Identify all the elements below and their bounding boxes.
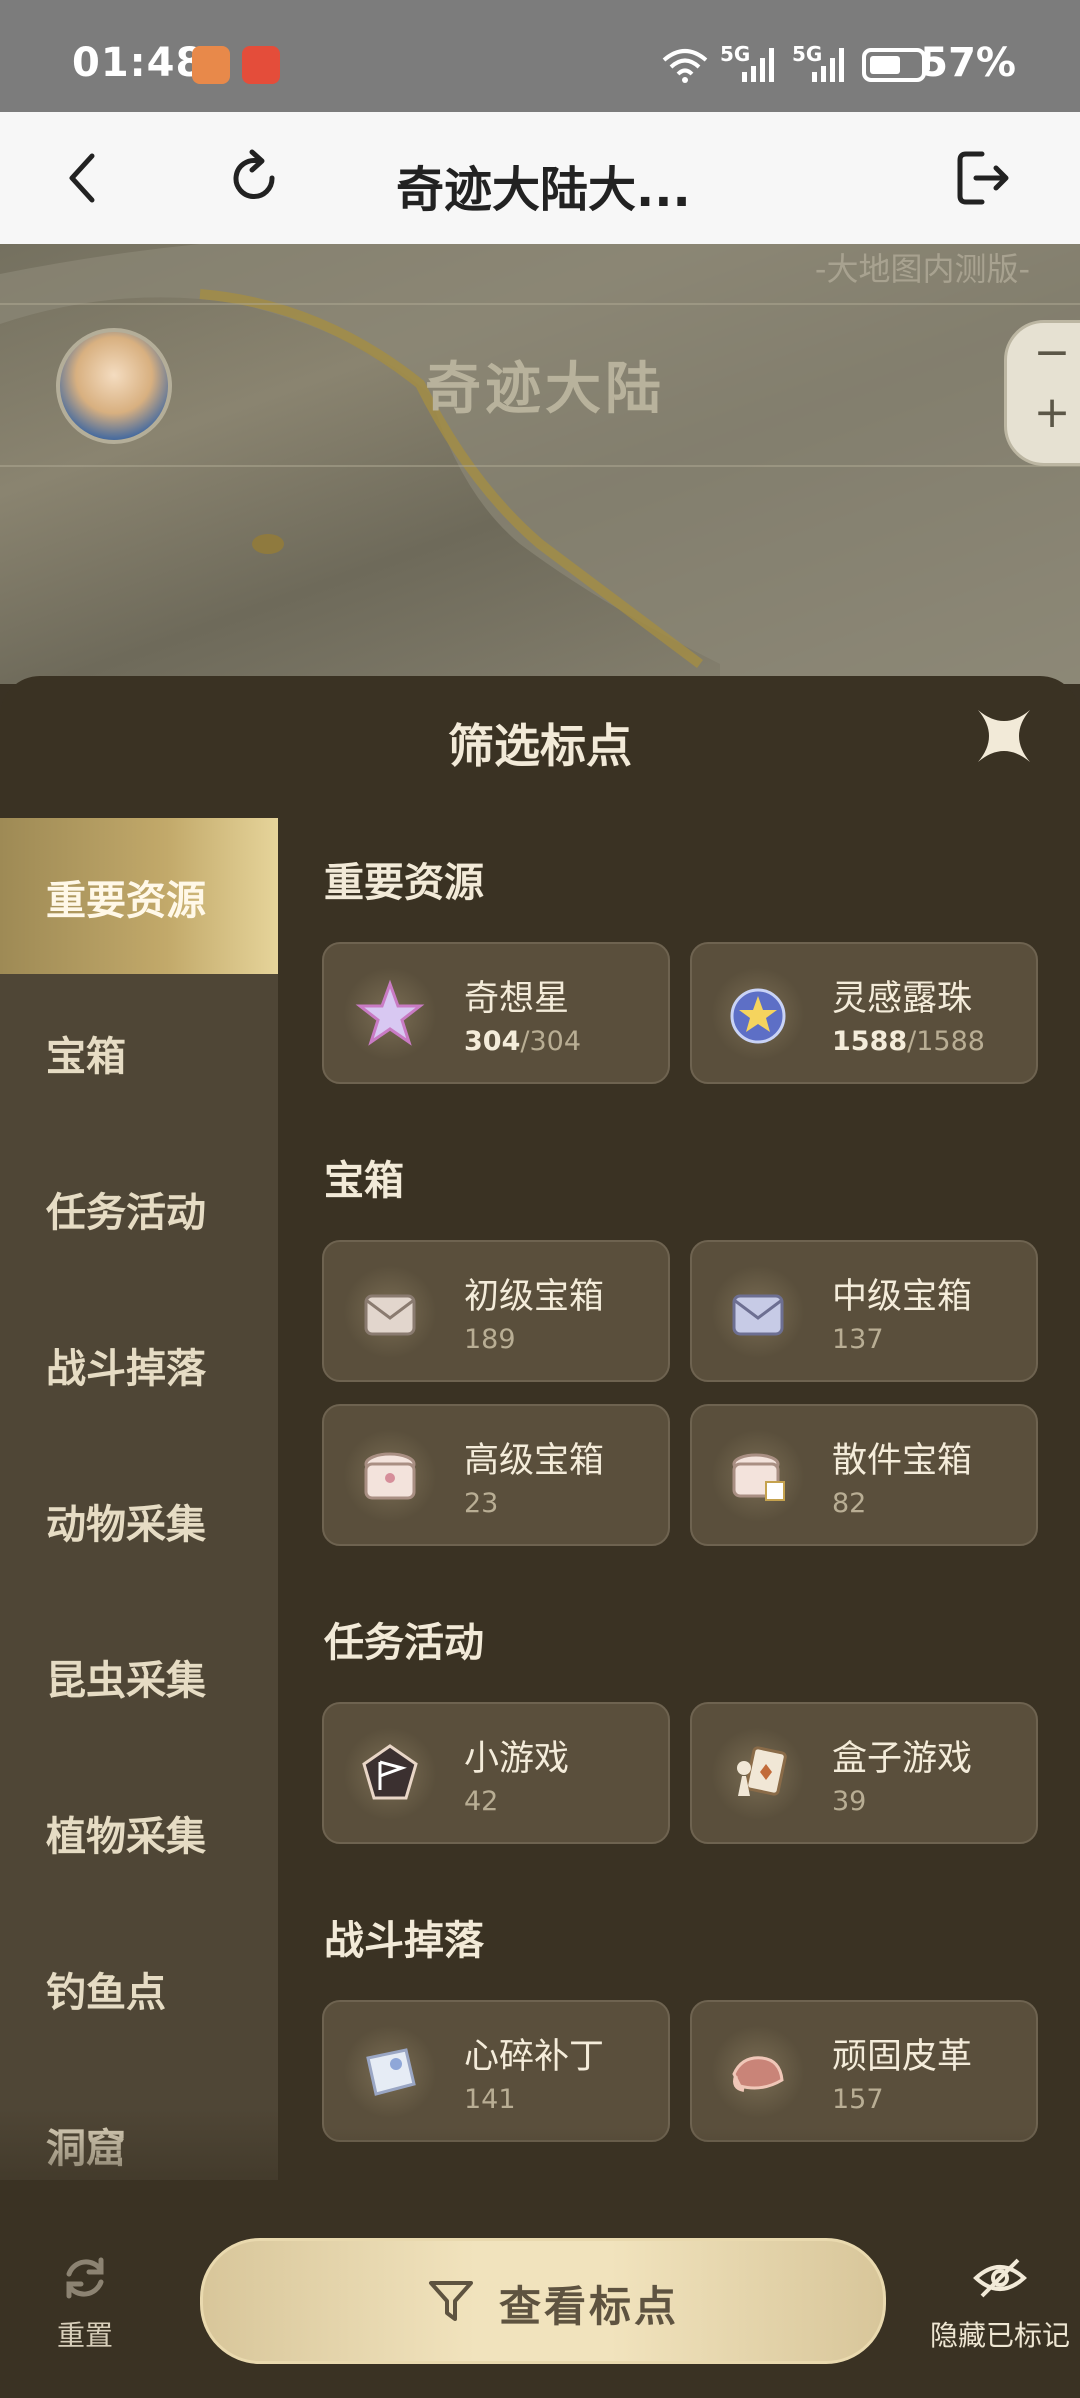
sidebar-item-label: 任务活动 — [46, 1190, 206, 1236]
chest-icon — [712, 1266, 804, 1358]
map-subtitle: -大地图内测版- — [814, 250, 1030, 288]
marker-count: 304/304 — [464, 1026, 582, 1057]
status-bar: 01:48 5G 5G 57% — [0, 0, 1080, 112]
marker-card-mid-chest[interactable]: 中级宝箱 137 — [690, 1240, 1038, 1382]
view-markers-label: 查看标点 — [499, 2282, 680, 2331]
reset-icon — [66, 2257, 104, 2299]
marker-list[interactable]: 重要资源 奇想星 304/304 灵感露珠 1588/1588 宝箱 初级宝箱 … — [278, 818, 1080, 2238]
sidebar-item-combat-drops[interactable]: 战斗掉落 — [0, 1286, 278, 1442]
section-title: 战斗掉落 — [324, 1918, 484, 1964]
filter-panel: 筛选标点 重要资源 宝箱 任务活动 战斗掉落 动物采集 昆虫采集 植物采集 钓鱼… — [0, 676, 1080, 2398]
marker-name: 高级宝箱 — [464, 1441, 605, 1481]
marker-name: 散件宝箱 — [832, 1441, 973, 1481]
notification-app-icon — [192, 46, 230, 84]
marker-card-basic-chest[interactable]: 初级宝箱 189 — [322, 1240, 670, 1382]
star-icon — [344, 968, 436, 1060]
battery-percent: 57% — [920, 40, 1016, 86]
marker-name: 灵感露珠 — [832, 979, 973, 1019]
section-title: 宝箱 — [324, 1158, 404, 1204]
marker-card-dew[interactable]: 灵感露珠 1588/1588 — [690, 942, 1038, 1084]
reset-label: 重置 — [56, 2319, 113, 2352]
eye-off-icon — [973, 2258, 1027, 2298]
page-title: 奇迹大陆大... — [396, 162, 691, 218]
marker-card-whimstar[interactable]: 奇想星 304/304 — [322, 942, 670, 1084]
marker-name: 奇想星 — [464, 979, 570, 1019]
signal-icon — [812, 48, 844, 82]
section-title: 任务活动 — [324, 1620, 484, 1666]
status-time: 01:48 — [72, 40, 205, 86]
sidebar-item-animal-gathering[interactable]: 动物采集 — [0, 1442, 278, 1598]
signal-icon — [742, 48, 774, 82]
panel-title: 筛选标点 — [448, 719, 632, 773]
marker-name: 小游戏 — [464, 1739, 570, 1779]
map-title: 奇迹大陆 — [425, 357, 665, 422]
marker-name: 盒子游戏 — [832, 1739, 973, 1779]
filter-icon — [429, 2281, 473, 2321]
zoom-out-button[interactable]: − — [1017, 323, 1080, 383]
marker-count: 189 — [464, 1324, 516, 1355]
patch-icon — [344, 2026, 436, 2118]
marker-count: 137 — [832, 1324, 884, 1355]
marker-count: 1588/1588 — [832, 1026, 985, 1057]
wifi-icon — [662, 49, 708, 83]
avatar[interactable] — [56, 328, 172, 444]
map-view[interactable]: -大地图内测版- 奇迹大陆 − + — [0, 244, 1080, 684]
back-button[interactable] — [48, 142, 120, 214]
chest-icon — [344, 1266, 436, 1358]
marker-card-heartbreak-patch[interactable]: 心碎补丁 141 — [322, 2000, 670, 2142]
close-button[interactable] — [974, 706, 1034, 766]
zoom-control: − + — [1004, 320, 1080, 466]
zoom-in-button[interactable]: + — [1017, 383, 1080, 443]
marker-name: 中级宝箱 — [832, 1277, 973, 1317]
notification-app-icon — [242, 46, 280, 84]
marker-card-piece-chest[interactable]: 散件宝箱 82 — [690, 1404, 1038, 1546]
flag-icon — [344, 1728, 436, 1820]
chest-icon — [712, 1430, 804, 1522]
marker-card-advanced-chest[interactable]: 高级宝箱 23 — [322, 1404, 670, 1546]
sidebar-item-label: 战斗掉落 — [46, 1346, 206, 1392]
marker-name: 心碎补丁 — [464, 2037, 605, 2077]
map-terrain — [0, 244, 1080, 684]
sidebar-item-label: 昆虫采集 — [46, 1658, 206, 1704]
sidebar-item-label: 植物采集 — [46, 1814, 206, 1860]
category-sidebar: 重要资源 宝箱 任务活动 战斗掉落 动物采集 昆虫采集 植物采集 钓鱼点 洞窟 — [0, 818, 278, 2238]
bottom-action-bar: 重置 查看标点 隐藏已标记 — [0, 2180, 1080, 2398]
marker-count: 141 — [464, 2084, 516, 2115]
marker-card-minigame[interactable]: 小游戏 42 — [322, 1702, 670, 1844]
app-header: 奇迹大陆大... — [0, 112, 1080, 245]
sidebar-item-insect-gathering[interactable]: 昆虫采集 — [0, 1598, 278, 1754]
hide-marked-button[interactable]: 隐藏已标记 — [925, 2250, 1075, 2354]
marker-name: 顽固皮革 — [832, 2037, 973, 2077]
marker-count: 82 — [832, 1488, 867, 1519]
marker-card-box-game[interactable]: 盒子游戏 39 — [690, 1702, 1038, 1844]
marker-card-stubborn-leather[interactable]: 顽固皮革 157 — [690, 2000, 1038, 2142]
sidebar-item-quests[interactable]: 任务活动 — [0, 1130, 278, 1286]
hide-marked-label: 隐藏已标记 — [929, 2319, 1070, 2352]
sidebar-item-label: 钓鱼点 — [46, 1970, 166, 2016]
sidebar-item-label: 动物采集 — [46, 1502, 206, 1548]
leather-icon — [712, 2026, 804, 2118]
chest-icon — [344, 1430, 436, 1522]
marker-count: 23 — [464, 1488, 499, 1519]
section-title: 重要资源 — [324, 860, 484, 906]
sidebar-item-chests[interactable]: 宝箱 — [0, 974, 278, 1130]
marker-count: 39 — [832, 1786, 867, 1817]
sidebar-item-plant-gathering[interactable]: 植物采集 — [0, 1754, 278, 1910]
marker-count: 157 — [832, 2084, 884, 2115]
card-game-icon — [712, 1728, 804, 1820]
exit-button[interactable] — [946, 142, 1018, 214]
refresh-button[interactable] — [218, 142, 290, 214]
marker-name: 初级宝箱 — [464, 1277, 605, 1317]
sidebar-item-label: 重要资源 — [46, 878, 206, 924]
sidebar-item-important-resources[interactable]: 重要资源 — [0, 818, 278, 974]
reset-button[interactable]: 重置 — [40, 2250, 130, 2354]
sidebar-item-fishing-spots[interactable]: 钓鱼点 — [0, 1910, 278, 2066]
sidebar-item-label: 宝箱 — [46, 1034, 126, 1080]
dew-orb-icon — [712, 968, 804, 1060]
marker-count: 42 — [464, 1786, 499, 1817]
view-markers-button[interactable]: 查看标点 — [200, 2238, 886, 2364]
